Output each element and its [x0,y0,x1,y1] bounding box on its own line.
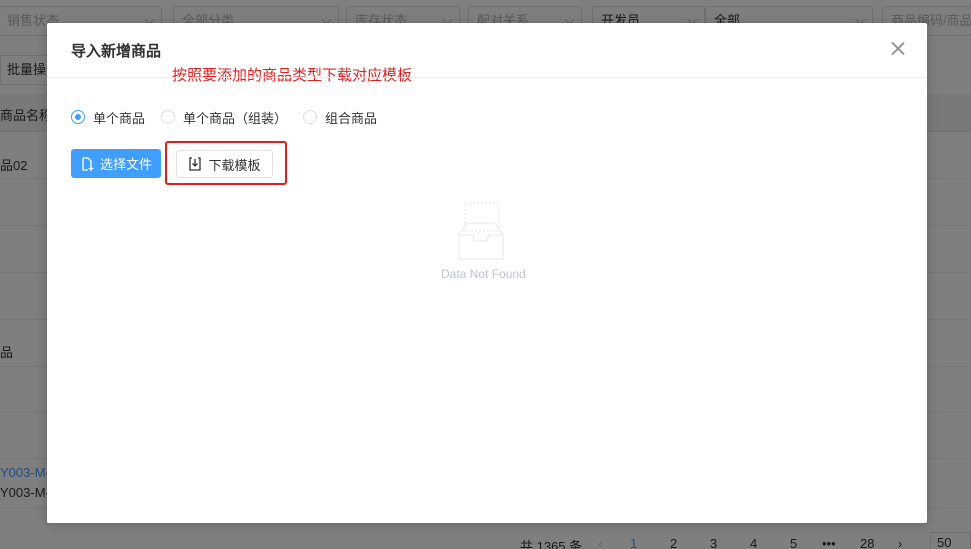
download-template-button[interactable]: 下载模板 [176,150,273,178]
radio-single-product[interactable]: 单个商品 [71,107,145,127]
select-file-button[interactable]: 选择文件 [71,149,161,178]
empty-text: Data Not Found [441,267,526,281]
radio-single-product-assembled[interactable]: 单个商品（组装） [161,107,287,127]
radio-unchecked-icon [161,110,175,124]
annotation-hint: 按照要添加的商品类型下载对应模板 [172,67,413,84]
dialog-title: 导入新增商品 [71,43,162,60]
radio-checked-icon [71,110,85,124]
dialog-divider [47,77,927,78]
radio-combo-product[interactable]: 组合商品 [303,107,377,127]
download-icon [189,157,202,171]
empty-box-icon [458,202,504,260]
empty-state: Data Not Found [441,201,526,281]
file-add-icon [82,156,94,171]
import-dialog: 导入新增商品 按照要添加的商品类型下载对应模板 单个商品 单个商品（组装） 组合… [47,23,927,523]
radio-unchecked-icon [303,110,317,124]
close-icon[interactable] [891,41,905,55]
